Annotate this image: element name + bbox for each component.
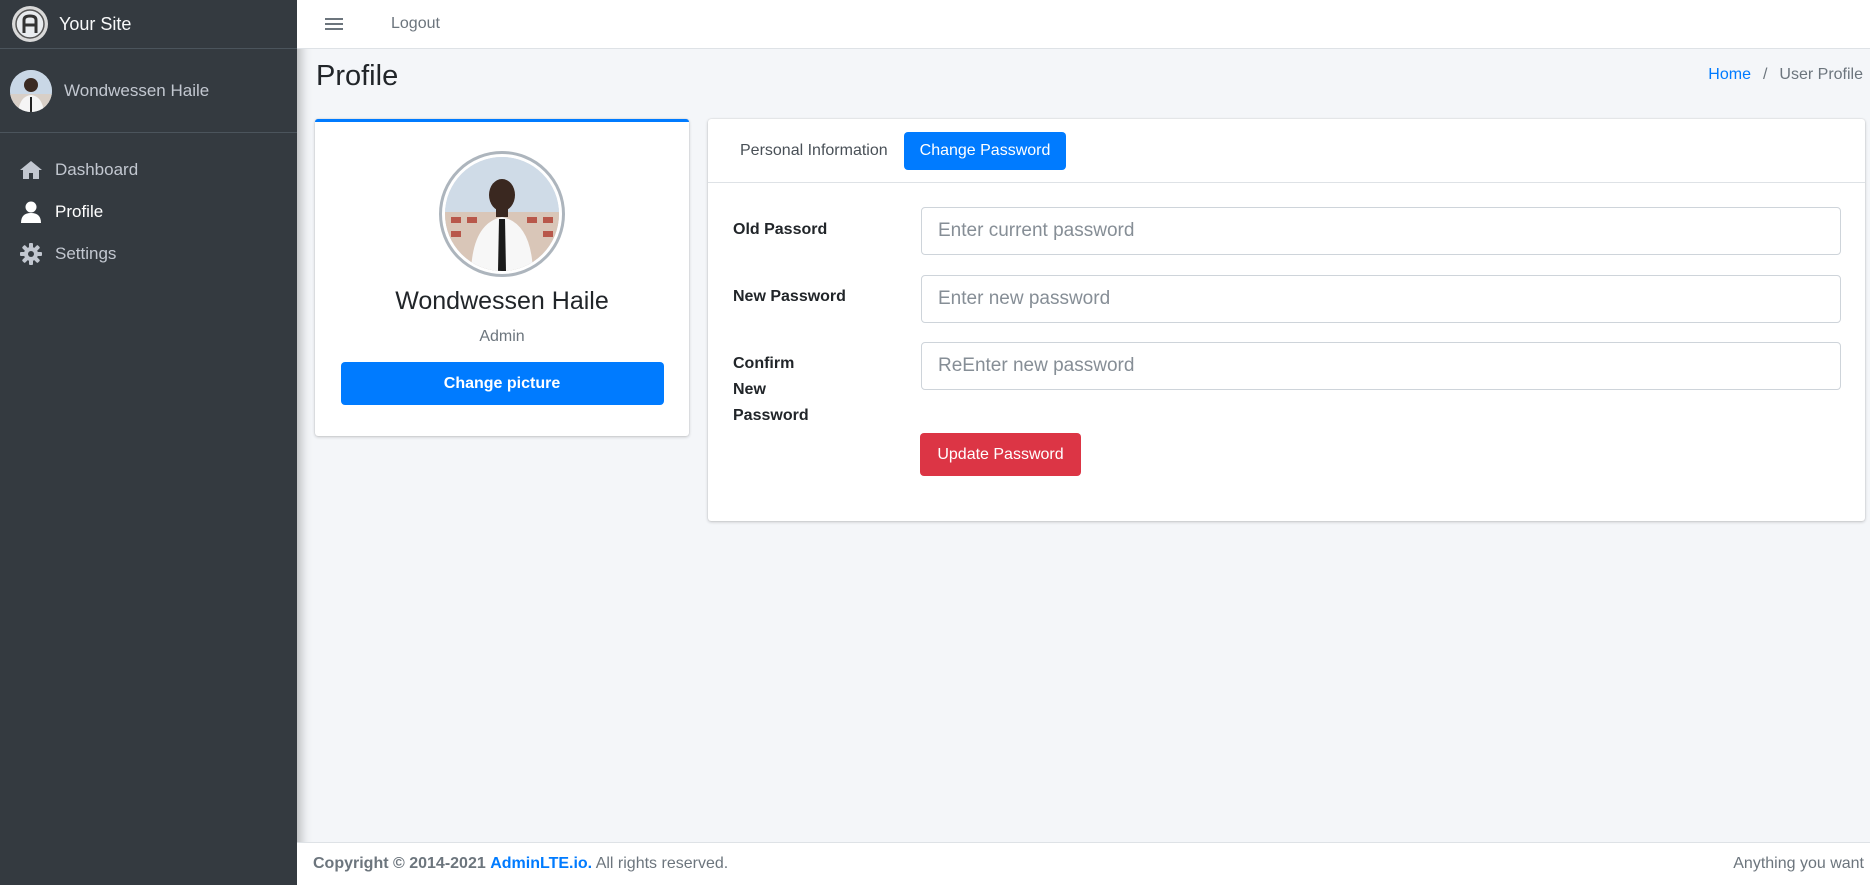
top-navbar: Logout bbox=[297, 0, 1870, 49]
user-name: Wondwessen Haile bbox=[64, 80, 210, 100]
sidebar-item-settings[interactable]: Settings bbox=[0, 233, 297, 275]
logout-link[interactable]: Logout bbox=[391, 15, 440, 33]
footer-rights: All rights reserved. bbox=[595, 855, 729, 872]
breadcrumb-current: User Profile bbox=[1779, 66, 1863, 83]
sidebar-item-profile[interactable]: Profile bbox=[0, 191, 297, 233]
footer-copyright-text: Copyright © 2014-2021 bbox=[313, 855, 486, 872]
breadcrumb-home[interactable]: Home bbox=[1708, 66, 1751, 84]
tab-change-password[interactable]: Change Password bbox=[903, 131, 1067, 170]
profile-card: Wondwessen Haile Admin Change picture bbox=[315, 119, 689, 436]
footer-link[interactable]: AdminLTE.io. bbox=[490, 855, 592, 872]
old-password-row: Old Passord bbox=[733, 207, 1841, 255]
avatar bbox=[10, 69, 52, 112]
sidebar-item-label: Profile bbox=[55, 202, 104, 221]
sidebar-item-label: Dashboard bbox=[55, 160, 139, 179]
tab-bar: Personal Information Change Password bbox=[708, 119, 1865, 183]
user-icon bbox=[19, 201, 43, 223]
adminlte-logo-icon bbox=[12, 6, 48, 42]
brand-link[interactable]: Your Site bbox=[0, 0, 297, 49]
new-password-row: New Password bbox=[733, 275, 1841, 323]
profile-name: Wondwessen Haile bbox=[395, 287, 609, 315]
sidebar-nav: Dashboard Profile Settings bbox=[0, 133, 297, 275]
confirm-password-field[interactable] bbox=[921, 342, 1841, 390]
footer-right-text: Anything you want bbox=[1733, 855, 1864, 872]
sidebar-item-label: Settings bbox=[55, 244, 117, 263]
brand-name: Your Site bbox=[59, 13, 132, 34]
breadcrumb-separator: / bbox=[1762, 66, 1768, 83]
confirm-password-label: Confirm New Password bbox=[733, 355, 809, 424]
confirm-password-row: Confirm New Password bbox=[733, 342, 1841, 429]
tab-personal-information[interactable]: Personal Information bbox=[724, 132, 904, 170]
breadcrumb: Home / User Profile bbox=[1708, 66, 1863, 84]
old-password-field[interactable] bbox=[921, 207, 1841, 255]
page-title: Profile bbox=[316, 60, 399, 92]
profile-role: Admin bbox=[479, 328, 525, 345]
new-password-field[interactable] bbox=[921, 275, 1841, 323]
main-sidebar: Your Site Wondwessen Haile Dashboard Pro… bbox=[0, 0, 297, 885]
old-password-label: Old Passord bbox=[733, 221, 828, 238]
gear-icon bbox=[19, 243, 43, 265]
password-card: Personal Information Change Password Old… bbox=[708, 119, 1865, 521]
change-picture-button[interactable]: Change picture bbox=[340, 362, 664, 405]
home-icon bbox=[19, 159, 43, 181]
sidebar-item-dashboard[interactable]: Dashboard bbox=[0, 149, 297, 191]
hamburger-icon[interactable] bbox=[325, 15, 343, 33]
main-footer: Copyright © 2014-2021 AdminLTE.io. All r… bbox=[297, 842, 1870, 885]
footer-copyright: Copyright © 2014-2021 AdminLTE.io. All r… bbox=[313, 855, 728, 873]
update-password-button[interactable]: Update Password bbox=[920, 433, 1081, 476]
user-panel[interactable]: Wondwessen Haile bbox=[0, 49, 297, 133]
profile-picture bbox=[439, 151, 565, 277]
new-password-label: New Password bbox=[733, 288, 846, 305]
